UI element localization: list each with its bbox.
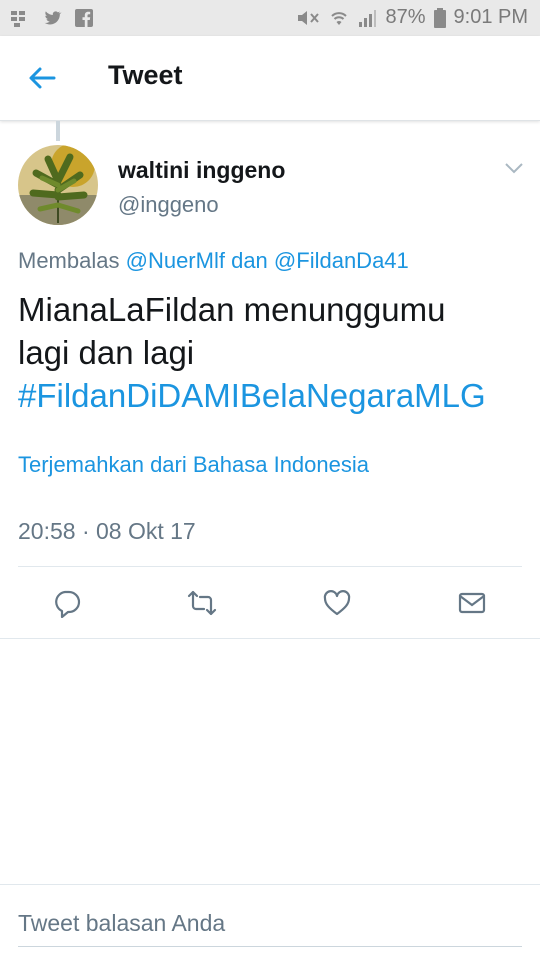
- twitter-icon: [44, 11, 62, 25]
- avatar[interactable]: [18, 145, 98, 225]
- status-bar-notifications: [10, 8, 94, 28]
- reply-input[interactable]: [18, 900, 522, 947]
- reply-prefix: Membalas: [18, 248, 120, 273]
- facebook-icon: [75, 9, 93, 27]
- clock: 9:01 PM: [453, 6, 528, 28]
- hashtag-link[interactable]: #FildanDiDAMIBelaNegaraMLG: [18, 374, 528, 417]
- status-bar-system: 87% 9:01 PM: [295, 6, 528, 29]
- thread-connector-line: [56, 121, 60, 141]
- page-title: Tweet: [108, 60, 183, 90]
- tweet-text-line: MianaLaFildan menunggumu: [18, 291, 446, 328]
- status-bar: 87% 9:01 PM: [0, 0, 540, 36]
- tweet-text-line: lagi dan lagi: [18, 334, 195, 371]
- divider: [0, 638, 540, 639]
- tweet-actions: [0, 580, 540, 628]
- reply-conjunction: dan: [231, 248, 268, 273]
- reply-user-link[interactable]: @FildanDa41: [274, 248, 409, 273]
- signal-icon: [359, 9, 377, 27]
- top-bar: Tweet: [0, 36, 540, 121]
- translate-link[interactable]: Terjemahkan dari Bahasa Indonesia: [18, 452, 369, 478]
- tweet-text: MianaLaFildan menunggumu lagi dan lagi #…: [18, 288, 528, 417]
- tweet-timestamp: 20:58 · 08 Okt 17: [18, 518, 196, 544]
- reply-icon[interactable]: [52, 588, 82, 618]
- chevron-down-icon[interactable]: [503, 160, 525, 176]
- user-handle[interactable]: @inggeno: [118, 192, 219, 218]
- back-arrow-icon[interactable]: [26, 64, 58, 92]
- avatar-image: [18, 145, 98, 225]
- mute-icon: [298, 10, 320, 25]
- like-icon[interactable]: [322, 588, 352, 618]
- user-name[interactable]: waltini inggeno: [118, 157, 285, 184]
- divider: [18, 566, 522, 567]
- divider: [0, 884, 540, 885]
- reply-user-link[interactable]: @NuerMlf: [126, 248, 225, 273]
- battery-icon: [433, 7, 446, 28]
- reply-context: Membalas @NuerMlf dan @FildanDa41: [18, 248, 409, 274]
- bbm-icon: [11, 11, 25, 27]
- direct-message-icon[interactable]: [457, 588, 487, 618]
- battery-percent: 87%: [385, 6, 426, 28]
- retweet-icon[interactable]: [187, 588, 217, 618]
- wifi-icon: [331, 11, 348, 25]
